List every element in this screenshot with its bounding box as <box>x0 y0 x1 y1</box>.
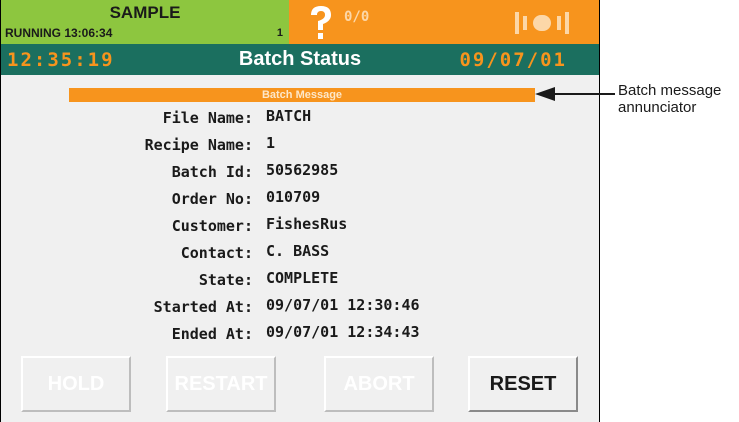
io-status: 0/0 <box>344 9 370 25</box>
group-name: SAMPLE <box>109 3 181 22</box>
clock-date: 09/07/01 <box>459 49 567 71</box>
field-value: 09/07/01 12:30:46 <box>266 296 420 314</box>
field-ended-at: Ended At: 09/07/01 12:34:43 <box>1 323 599 347</box>
callout-line: Batch message <box>618 82 722 99</box>
batch-message-annunciator[interactable]: Batch Message <box>69 88 535 102</box>
run-state: RUNNING 13:06:34 <box>5 26 113 40</box>
field-label: Contact: <box>180 244 253 262</box>
network-status-icon <box>515 12 569 34</box>
field-label: Order No: <box>171 190 253 208</box>
field-value: 010709 <box>266 188 321 206</box>
field-value: FishesRus <box>266 215 348 233</box>
field-label: File Name: <box>162 109 253 127</box>
field-label: State: <box>198 271 253 289</box>
annunciator-callout: Batch message annunciator <box>618 82 721 116</box>
field-recipe-name: Recipe Name: 1 <box>1 134 599 158</box>
field-value: 09/07/01 12:34:43 <box>266 323 420 341</box>
field-value: 50562985 <box>266 161 339 179</box>
field-started-at: Started At: 09/07/01 12:30:46 <box>1 296 599 320</box>
field-value: COMPLETE <box>266 269 339 287</box>
question-mark-icon[interactable] <box>303 2 339 42</box>
restart-button[interactable]: RESTART <box>166 356 276 412</box>
unit-number: 1 <box>276 27 283 39</box>
field-contact: Contact: C. BASS <box>1 242 599 266</box>
field-file-name: File Name: BATCH <box>1 107 599 131</box>
field-state: State: COMPLETE <box>1 269 599 293</box>
callout-line: annunciator <box>618 99 697 116</box>
abort-button[interactable]: ABORT <box>324 356 434 412</box>
field-order-no: Order No: 010709 <box>1 188 599 212</box>
hold-button[interactable]: HOLD <box>21 356 131 412</box>
field-label: Batch Id: <box>171 163 253 181</box>
field-value: 1 <box>266 134 276 152</box>
group-status-panel[interactable]: SAMPLE RUNNING 13:06:34 1 <box>1 0 289 44</box>
callout-arrow-icon <box>535 87 615 101</box>
field-label: Customer: <box>171 217 253 235</box>
field-label: Started At: <box>153 298 253 316</box>
title-bar: 12:35:19 Batch Status 09/07/01 <box>1 44 599 75</box>
reset-button[interactable]: RESET <box>468 356 578 412</box>
field-customer: Customer: FishesRus <box>1 215 599 239</box>
field-batch-id: Batch Id: 50562985 <box>1 161 599 185</box>
batch-status-screen: SAMPLE RUNNING 13:06:34 1 0/0 12:35:19 B… <box>0 0 600 422</box>
field-label: Recipe Name: <box>144 136 253 154</box>
field-label: Ended At: <box>171 325 253 343</box>
field-value: C. BASS <box>266 242 330 260</box>
field-value: BATCH <box>266 107 312 125</box>
status-bar: SAMPLE RUNNING 13:06:34 1 0/0 <box>1 0 599 44</box>
